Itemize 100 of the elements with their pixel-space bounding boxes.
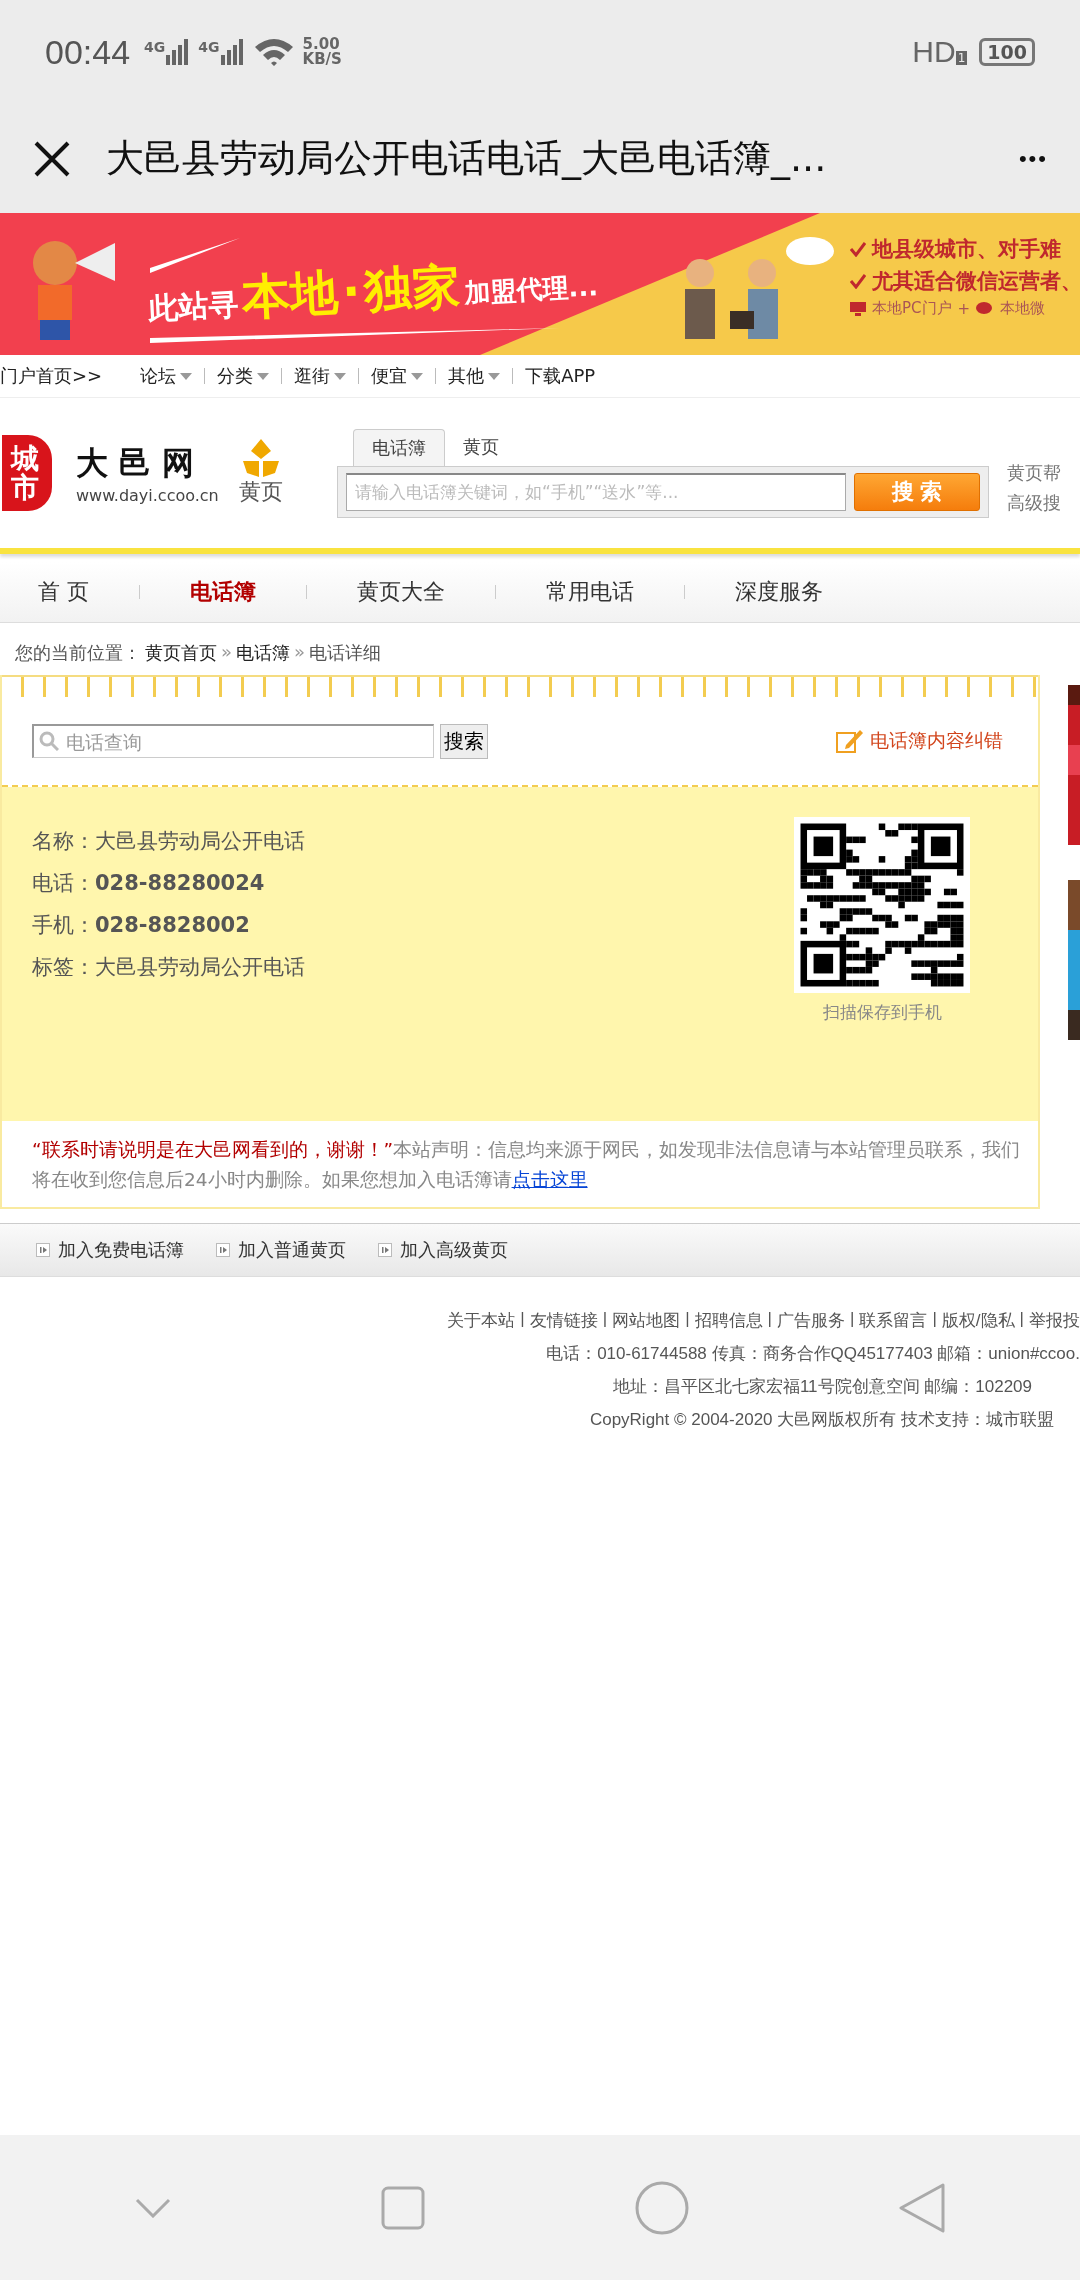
top-link[interactable]: 下载APP: [513, 364, 608, 388]
caret-icon: [180, 372, 193, 380]
footer-text: CopyRight © 2004-2020 大邑网版权所有 技术支持：城市联盟: [589, 1409, 1054, 1431]
query-field[interactable]: 电话查询: [32, 724, 434, 758]
logo-badge: 城市: [2, 435, 52, 511]
feature-text: 本地微: [1000, 299, 1046, 318]
link-separator: |: [850, 1309, 855, 1330]
check-icon: [850, 273, 866, 289]
caret-icon: [411, 372, 424, 380]
play-icon: [36, 1243, 50, 1257]
slogan-text: 加盟代理...: [463, 270, 599, 311]
link-separator: |: [602, 1309, 608, 1330]
square-icon[interactable]: [381, 2185, 425, 2230]
top-link[interactable]: 论坛: [128, 364, 205, 388]
top-link[interactable]: 分类: [205, 364, 282, 388]
qr-caption: 扫描保存到手机: [822, 1001, 942, 1024]
footer-link[interactable]: 举报投: [1029, 1309, 1080, 1332]
hd-indicator: HD: [912, 35, 956, 69]
footer-text: 地址：昌平区北七家宏福11号院创意空间 邮编：102209: [612, 1376, 1032, 1398]
link-separator: |: [1019, 1309, 1024, 1330]
play-icon: [216, 1243, 230, 1257]
footer-link[interactable]: 联系留言: [859, 1309, 928, 1332]
speed-unit: KB/S: [302, 52, 342, 67]
ad-banner[interactable]: 此站寻本地·独家加盟代理... 地县级城市、对手难 尤其适合微信运营者、 本地PC门户 + 本地微: [0, 213, 1080, 355]
field-value: 028-88280024: [95, 871, 265, 895]
join-link[interactable]: 加入普通黄页: [216, 1238, 346, 1262]
chevron-down-icon[interactable]: [135, 2197, 171, 2218]
disclaimer-text: “联系时请说明是在大邑网看到的，谢谢！”本站声明：信息均来源于网民，如发现非法信息请与本站管理员联系，我们将在收到您信息后24小时内删除。如果您想加入电话簿请点击这里: [31, 1138, 1022, 1192]
field-value: 大邑县劳动局公开电话: [95, 955, 305, 979]
field-label: 标签：: [32, 955, 95, 979]
nav-tab[interactable]: 首 页: [38, 577, 89, 607]
side-link[interactable]: 高级搜: [1007, 491, 1061, 515]
field-label: 电话：: [32, 871, 95, 895]
breadcrumb-separator: »: [294, 641, 306, 664]
more-button[interactable]: •••: [1018, 145, 1048, 172]
clock: 00:44: [45, 32, 131, 72]
leaf-icon: [240, 439, 281, 477]
breadcrumb-label: 您的当前位置：: [15, 641, 141, 665]
click-here-link[interactable]: 点击这里: [511, 1168, 588, 1190]
field-label: 手机：: [32, 913, 95, 937]
search-icon: [39, 731, 59, 751]
section-label: 黄页: [238, 478, 283, 506]
caret-icon: [488, 372, 501, 380]
nav-tab[interactable]: 黄页大全: [357, 577, 445, 607]
slogan-highlight: 本地: [240, 262, 340, 327]
nav-tab[interactable]: 深度服务: [735, 577, 823, 607]
report-link[interactable]: 电话簿内容纠错: [870, 728, 1003, 754]
footer-text: 电话：010-61744588 传真：商务合作QQ45177403 邮箱：union#ccoo.: [546, 1343, 1080, 1365]
back-icon[interactable]: [899, 2182, 945, 2233]
plus-sign: +: [957, 299, 971, 318]
top-link[interactable]: 其他: [436, 364, 513, 388]
breadcrumb-link[interactable]: 黄页首页: [145, 641, 217, 665]
search-tab[interactable]: 电话簿: [353, 428, 445, 466]
footer-link[interactable]: 广告服务: [777, 1309, 845, 1332]
field-value: 大邑县劳动局公开电话: [95, 829, 305, 853]
signal-icon: [166, 39, 191, 65]
network-type: 4G: [198, 39, 220, 55]
slogan-dot: ·: [340, 262, 362, 320]
home-circle-icon[interactable]: [635, 2180, 689, 2235]
join-link[interactable]: 加入免费电话簿: [36, 1238, 184, 1262]
side-link[interactable]: 黄页帮: [1007, 461, 1061, 485]
footer-link[interactable]: 友情链接: [529, 1309, 598, 1332]
site-url: www.dayi.ccoo.cn: [76, 485, 219, 505]
feature-text: 尤其适合微信运营者、: [872, 268, 1080, 295]
footer-link[interactable]: 关于本站: [447, 1309, 516, 1332]
feature-text: 地县级城市、对手难: [872, 236, 1061, 263]
join-link[interactable]: 加入高级黄页: [378, 1238, 508, 1262]
top-link[interactable]: 逛街: [282, 364, 359, 388]
footer-link[interactable]: 招聘信息: [694, 1309, 763, 1332]
top-link[interactable]: 门户首页>>: [0, 364, 115, 388]
page-title: 大邑县劳动局公开电话电话_大邑电话簿_...: [106, 135, 828, 182]
breadcrumb-separator: »: [221, 641, 232, 664]
network-type: 4G: [144, 39, 166, 55]
link-separator: |: [932, 1309, 937, 1330]
nav-tab[interactable]: 电话簿: [190, 577, 256, 607]
search-tab[interactable]: 黄页: [445, 428, 517, 466]
top-link[interactable]: 便宜: [359, 364, 436, 388]
edit-icon: [836, 728, 864, 754]
speed-value: 5.00: [302, 37, 340, 52]
caret-icon: [334, 372, 347, 380]
field-label: 名称：: [32, 829, 95, 853]
breadcrumb-link[interactable]: 电话簿: [236, 641, 290, 665]
footer-link[interactable]: 网站地图: [612, 1309, 681, 1332]
link-separator: |: [520, 1309, 525, 1330]
link-separator: |: [767, 1309, 772, 1330]
search-field[interactable]: 请输入电话簿关键词，如“手机”“送水”等...: [346, 472, 846, 511]
site-name: 大 邑 网: [76, 442, 196, 484]
slogan-text: 此站寻: [147, 285, 240, 328]
field-value: 028-8828002: [95, 913, 250, 937]
query-button[interactable]: 搜索: [440, 723, 488, 759]
hd-slot: 1: [955, 51, 968, 65]
footer-link[interactable]: 版权/隐私: [941, 1309, 1015, 1332]
play-icon: [378, 1243, 392, 1257]
nav-tab[interactable]: 常用电话: [546, 577, 634, 607]
battery-icon: 100: [979, 38, 1035, 66]
breadcrumb-current: 电话详细: [309, 641, 382, 665]
feature-text: 本地PC门户: [872, 299, 952, 318]
link-separator: |: [685, 1309, 690, 1330]
monitor-icon: [850, 301, 866, 316]
signal-icon: [220, 39, 245, 65]
